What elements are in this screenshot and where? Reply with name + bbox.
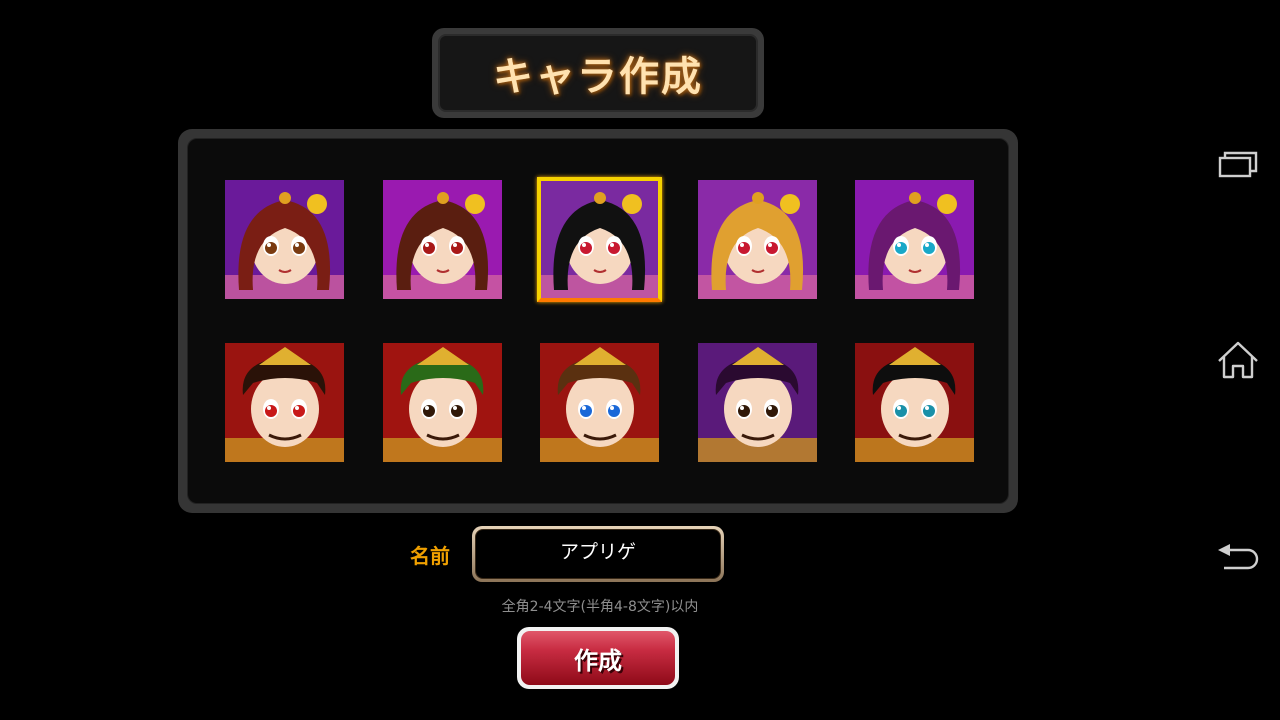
warlord-purple-portrait[interactable] (698, 343, 817, 462)
heroine-red-hair-portrait[interactable] (225, 180, 344, 299)
heroine-purple-hair-portrait[interactable] (855, 180, 974, 299)
warrior-green-helmet-portrait[interactable] (383, 343, 502, 462)
create-button[interactable]: 作成 (517, 627, 679, 689)
create-button-label: 作成 (574, 646, 622, 675)
emperor-gold-crown-portrait[interactable] (540, 343, 659, 462)
selected-frame (537, 177, 662, 302)
recent-apps-icon[interactable] (1210, 140, 1266, 190)
heroine-blonde-portrait[interactable] (698, 180, 817, 299)
title-plate: キャラ作成 (432, 28, 764, 118)
warrior-wild-hair-portrait[interactable] (225, 343, 344, 462)
title-frame: キャラ作成 (438, 34, 758, 112)
name-hint: 全角2-4文字(半角4-8文字)以内 (501, 599, 699, 615)
character-select-panel (178, 129, 1018, 513)
name-field-frame (472, 526, 724, 582)
name-field-inner (475, 529, 721, 579)
back-icon[interactable] (1210, 536, 1266, 586)
page-title: キャラ作成 (493, 54, 703, 100)
home-icon[interactable] (1210, 336, 1266, 386)
create-button-face[interactable]: 作成 (521, 631, 675, 685)
strategist-long-hair-portrait[interactable] (855, 343, 974, 462)
character-grid (187, 138, 1009, 504)
name-label: 名前 (410, 544, 450, 568)
name-input[interactable] (476, 530, 720, 578)
heroine-flower-crown-portrait[interactable] (383, 180, 502, 299)
